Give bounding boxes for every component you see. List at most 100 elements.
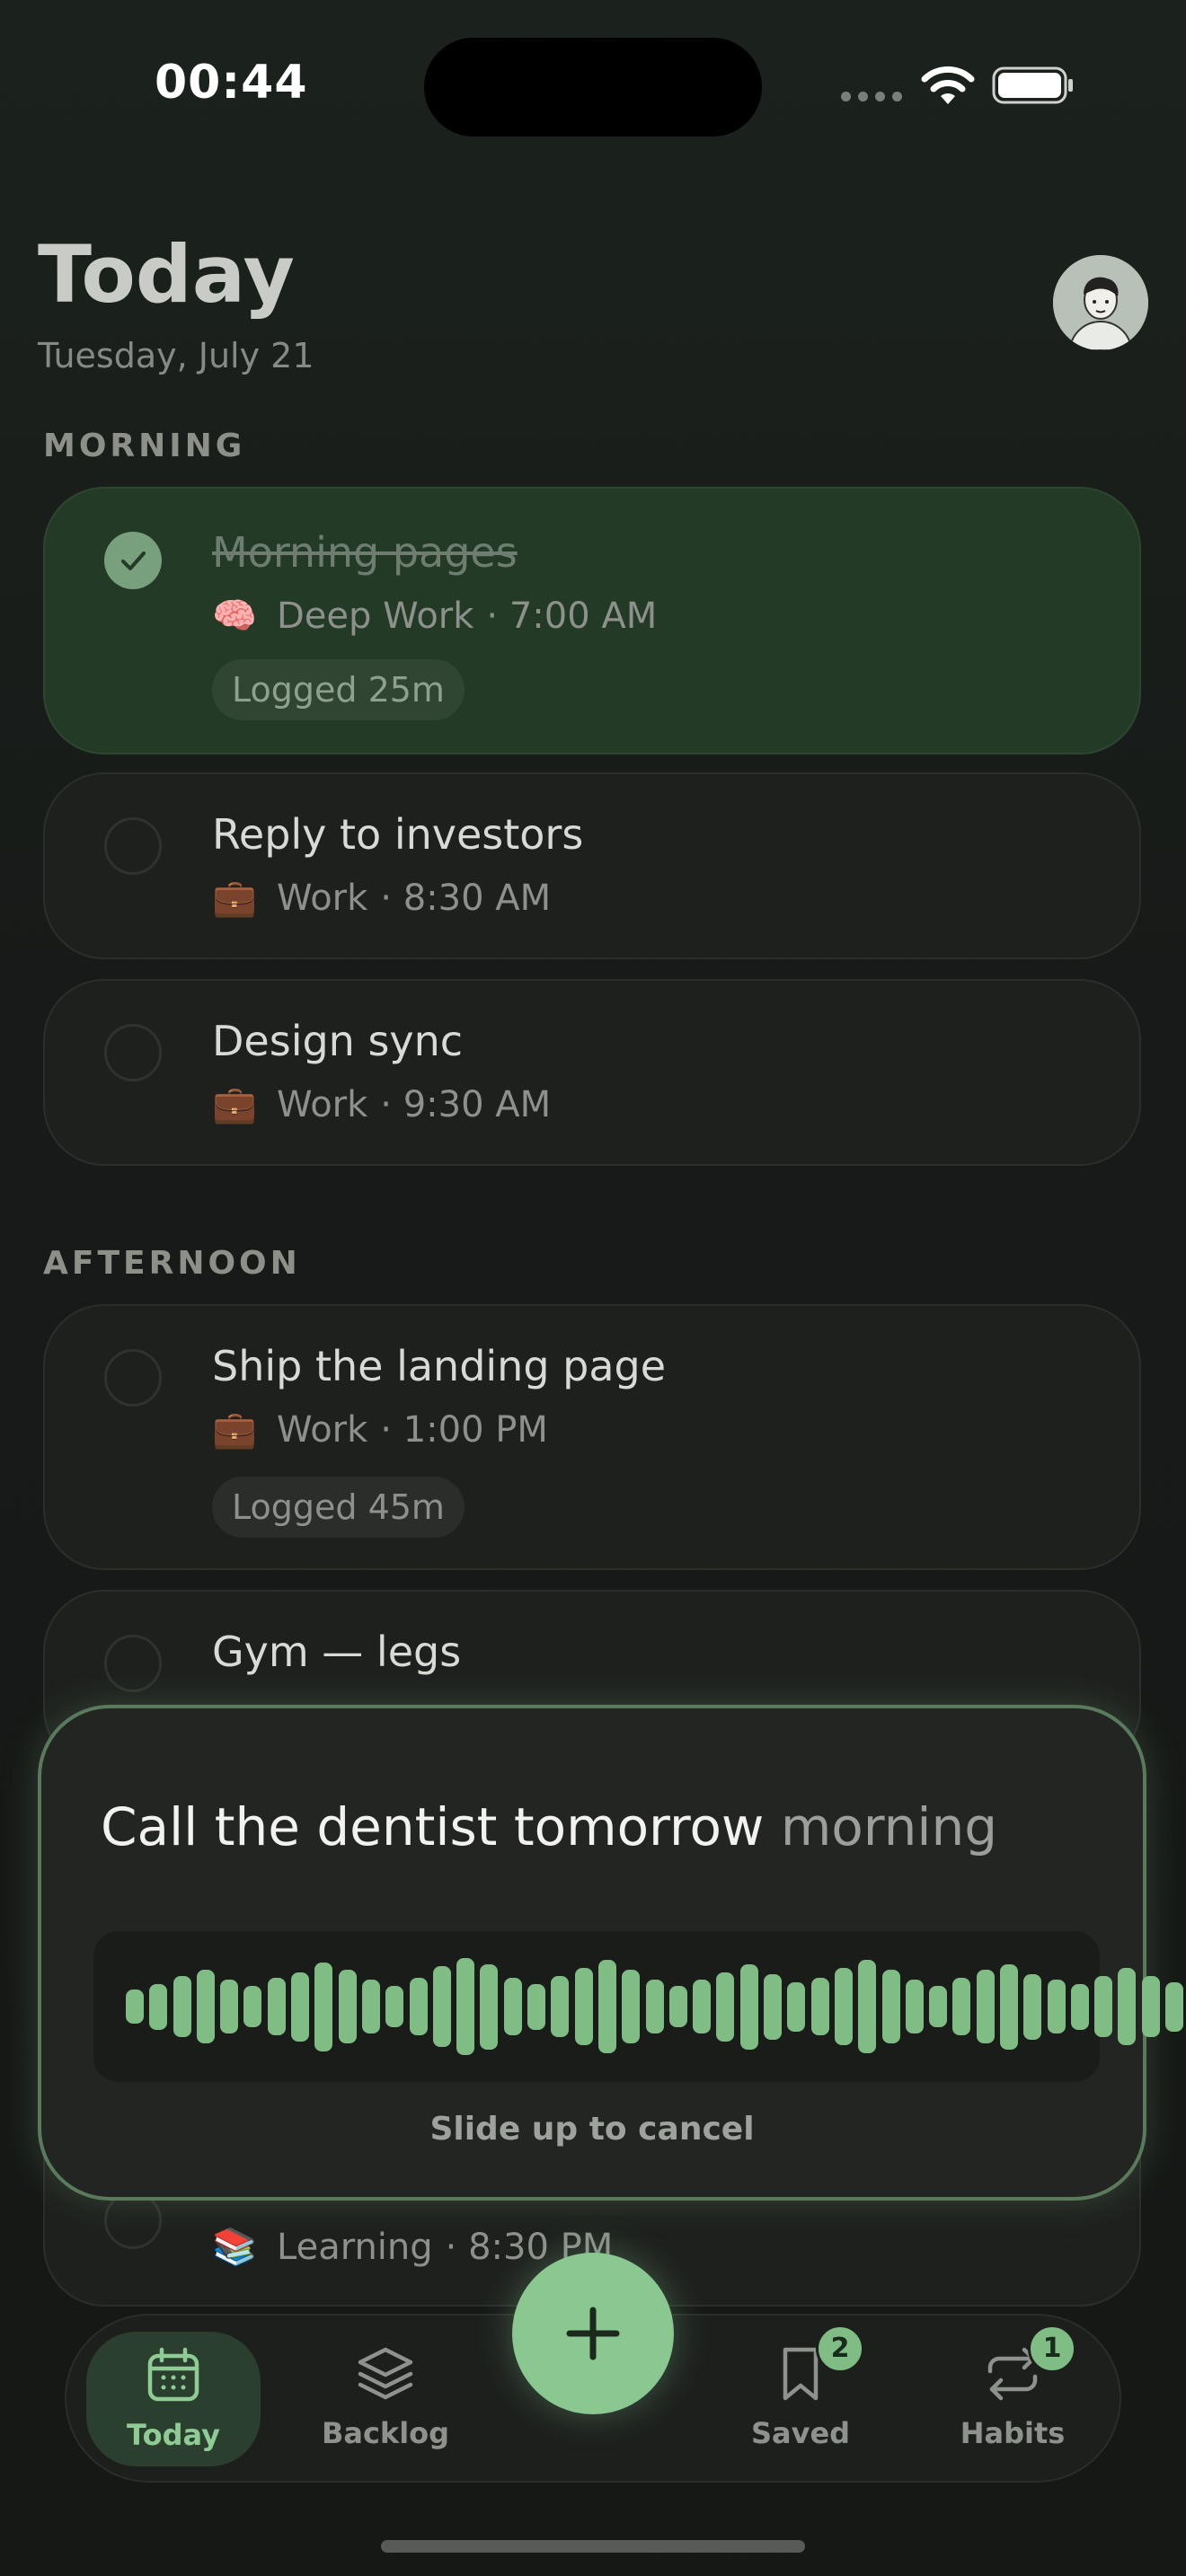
waveform-bars bbox=[126, 1931, 1186, 2082]
task-category: Work bbox=[277, 1083, 368, 1125]
task-title: Reply to investors bbox=[212, 810, 584, 859]
tab-today[interactable]: Today bbox=[86, 2332, 261, 2466]
waveform-bar bbox=[645, 1980, 664, 2033]
home-indicator[interactable] bbox=[381, 2540, 805, 2553]
waveform-bar bbox=[622, 1970, 641, 2043]
task-meta: 💼 Work · 9:30 AM bbox=[212, 1083, 552, 1126]
waveform-bar bbox=[787, 1981, 806, 2032]
waveform-bar bbox=[149, 1983, 168, 2030]
task-checkbox-checked[interactable] bbox=[104, 532, 162, 589]
task-title: Morning pages bbox=[212, 528, 518, 577]
waveform-bar bbox=[385, 1986, 404, 2027]
checkmark-icon bbox=[121, 551, 146, 570]
dynamic-island bbox=[424, 38, 762, 137]
page-date: Tuesday, July 21 bbox=[38, 336, 314, 375]
waveform-bar bbox=[764, 1973, 783, 2040]
tab-label: Saved bbox=[750, 2416, 851, 2450]
waveform-bar bbox=[503, 1978, 522, 2035]
avatar[interactable] bbox=[1053, 255, 1148, 350]
books-icon: 📚 bbox=[212, 2227, 257, 2268]
tab-backlog[interactable]: Backlog bbox=[298, 2316, 473, 2484]
logged-badge: Logged 45m bbox=[212, 1477, 465, 1538]
waveform bbox=[93, 1931, 1184, 2082]
waveform-bar bbox=[574, 1968, 593, 2045]
waveform-bar bbox=[126, 1989, 144, 2024]
task-card[interactable]: Ship the landing page 💼 Work · 1:00 PM L… bbox=[43, 1304, 1141, 1570]
voice-transcript: Call the dentist tomorrow morning bbox=[101, 1796, 997, 1857]
task-card[interactable]: Design sync 💼 Work · 9:30 AM bbox=[43, 979, 1141, 1166]
briefcase-icon: 💼 bbox=[212, 1084, 257, 1125]
waveform-bar bbox=[1165, 1981, 1184, 2032]
waveform-bar bbox=[716, 1972, 735, 2042]
waveform-bar bbox=[409, 1978, 428, 2035]
cancel-hint[interactable]: Slide up to cancel bbox=[41, 2111, 1143, 2148]
waveform-bar bbox=[1023, 1973, 1042, 2040]
waveform-bar bbox=[291, 1972, 310, 2042]
waveform-bar bbox=[1047, 1980, 1066, 2033]
tab-label: Today bbox=[127, 2418, 220, 2452]
waveform-bar bbox=[551, 1976, 570, 2037]
logged-badge: Logged 25m bbox=[212, 659, 465, 720]
task-time: · 8:30 AM bbox=[380, 877, 552, 919]
briefcase-icon: 💼 bbox=[212, 878, 257, 919]
habits-count-badge: 1 bbox=[1028, 2325, 1076, 2373]
task-meta: 💼 Work · 1:00 PM bbox=[212, 1408, 548, 1451]
waveform-bar bbox=[1118, 1968, 1137, 2045]
page-title: Today bbox=[38, 228, 295, 321]
battery-icon bbox=[992, 66, 1073, 104]
transcript-final: Call the dentist tomorrow bbox=[101, 1796, 765, 1857]
waveform-bar bbox=[1094, 1976, 1113, 2037]
task-card[interactable]: Reply to investors 💼 Work · 8:30 AM bbox=[43, 772, 1141, 959]
task-title: Gym — legs bbox=[212, 1628, 462, 1676]
waveform-bar bbox=[668, 1986, 687, 2027]
task-category: Work bbox=[277, 877, 368, 919]
waveform-bar bbox=[456, 1958, 475, 2055]
tab-saved[interactable]: 2 Saved bbox=[713, 2316, 888, 2484]
task-checkbox[interactable] bbox=[104, 1024, 162, 1081]
task-category: Learning bbox=[277, 2226, 433, 2268]
section-morning: MORNING bbox=[43, 428, 246, 464]
waveform-bar bbox=[858, 1960, 877, 2053]
plus-icon bbox=[566, 2307, 620, 2360]
waveform-bar bbox=[1141, 1976, 1160, 2037]
task-meta: 💼 Work · 8:30 AM bbox=[212, 877, 552, 920]
waveform-bar bbox=[597, 1960, 616, 2053]
waveform-bar bbox=[1070, 1983, 1089, 2030]
waveform-bar bbox=[361, 1980, 380, 2033]
tab-label: Habits bbox=[960, 2416, 1066, 2450]
wifi-icon bbox=[921, 66, 975, 104]
waveform-bar bbox=[196, 1970, 215, 2043]
waveform-bar bbox=[693, 1980, 712, 2033]
waveform-bar bbox=[480, 1963, 499, 2050]
signal-dots-icon bbox=[841, 92, 902, 101]
waveform-bar bbox=[220, 1980, 239, 2033]
task-time: · 7:00 AM bbox=[486, 595, 658, 637]
add-task-button[interactable] bbox=[512, 2253, 674, 2414]
task-category: Work bbox=[277, 1408, 368, 1451]
section-afternoon: AFTERNOON bbox=[43, 1245, 301, 1282]
voice-capture-panel[interactable]: Call the dentist tomorrow morning Slide … bbox=[38, 1705, 1184, 2201]
layers-icon bbox=[358, 2347, 413, 2400]
waveform-bar bbox=[527, 1983, 546, 2030]
task-checkbox[interactable] bbox=[104, 1635, 162, 1692]
waveform-bar bbox=[314, 1962, 333, 2051]
waveform-bar bbox=[338, 1970, 357, 2043]
task-time: · 9:30 AM bbox=[380, 1083, 552, 1125]
task-card[interactable]: Morning pages 🧠 Deep Work · 7:00 AM Logg… bbox=[43, 487, 1141, 754]
waveform-bar bbox=[952, 1978, 971, 2035]
calendar-icon bbox=[147, 2347, 199, 2402]
waveform-bar bbox=[173, 1976, 191, 2037]
status-time: 00:44 bbox=[155, 56, 308, 110]
task-title: Ship the landing page bbox=[212, 1342, 667, 1390]
tab-habits[interactable]: 1 Habits bbox=[925, 2316, 1100, 2484]
task-checkbox[interactable] bbox=[104, 817, 162, 875]
waveform-bar bbox=[905, 1980, 924, 2033]
waveform-bar bbox=[881, 1970, 900, 2043]
task-checkbox[interactable] bbox=[104, 1349, 162, 1407]
task-time: · 1:00 PM bbox=[380, 1408, 548, 1451]
briefcase-icon: 💼 bbox=[212, 1409, 257, 1451]
transcript-pending: morning bbox=[780, 1796, 998, 1857]
waveform-bar bbox=[834, 1968, 853, 2045]
waveform-bar bbox=[999, 1963, 1018, 2050]
waveform-bar bbox=[432, 1966, 451, 2047]
